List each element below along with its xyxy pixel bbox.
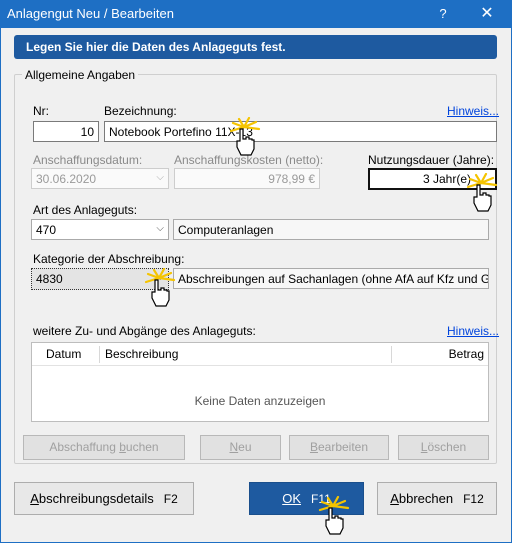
art-code-value: 470 bbox=[36, 223, 57, 237]
column-beschreibung[interactable]: Beschreibung bbox=[105, 343, 178, 366]
general-group-label: Allgemeine Angaben bbox=[22, 68, 139, 82]
button-accelerator: N bbox=[229, 440, 239, 454]
chevron-down-icon: ⌵ bbox=[156, 223, 164, 234]
button-text: bbrechen bbox=[398, 491, 454, 506]
art-select[interactable]: 470 ⌵ bbox=[31, 219, 169, 240]
anschaffungsdatum-value: 30.06.2020 bbox=[36, 172, 97, 186]
instruction-banner: Legen Sie hier die Daten des Anlageguts … bbox=[14, 35, 497, 59]
anschaffungskosten-field[interactable]: 978,99 € bbox=[174, 168, 320, 189]
abbrechen-button[interactable]: Abbrechen F12 bbox=[377, 482, 497, 515]
button-text: Abschaffung bbox=[49, 440, 120, 454]
kategorie-code-value: 4830 bbox=[36, 272, 63, 286]
nr-label: Nr: bbox=[33, 104, 49, 118]
bezeichnung-field[interactable]: Notebook Portefino 11X-13 bbox=[104, 121, 497, 142]
close-button[interactable]: ✕ bbox=[470, 3, 504, 25]
column-betrag[interactable]: Betrag bbox=[449, 343, 484, 366]
column-separator bbox=[391, 346, 392, 363]
neu-button[interactable]: Neu bbox=[200, 435, 281, 460]
abschaffung-buchen-button[interactable]: Abschaffung buchen bbox=[23, 435, 185, 460]
kategorie-label: Kategorie der Abschreibung: bbox=[33, 252, 185, 266]
empty-message: Keine Daten anzuzeigen bbox=[194, 394, 326, 408]
table-header: Datum Beschreibung Betrag bbox=[32, 343, 488, 366]
loeschen-button[interactable]: Löschen bbox=[398, 435, 489, 460]
shortcut-key: F11 bbox=[311, 492, 331, 506]
ok-button[interactable]: OK F11 bbox=[249, 482, 364, 515]
button-text: eu bbox=[238, 440, 252, 454]
movements-table[interactable]: Datum Beschreibung Betrag Keine Daten an… bbox=[31, 342, 489, 422]
button-accelerator: b bbox=[119, 440, 126, 454]
art-label: Art des Anlageguts: bbox=[33, 203, 138, 217]
button-accelerator: A bbox=[390, 491, 399, 506]
button-text: bschreibungsdetails bbox=[38, 491, 154, 506]
kategorie-name-field: Abschreibungen auf Sachanlagen (ohne AfA… bbox=[173, 268, 489, 289]
chevron-down-icon: ⌵ bbox=[156, 272, 164, 283]
art-name-field: Computeranlagen bbox=[173, 219, 489, 240]
kategorie-select[interactable]: 4830 ⌵ bbox=[31, 268, 169, 290]
button-text: earbeiten bbox=[317, 440, 369, 454]
hinweis-link-movements[interactable]: Hinweis... bbox=[447, 324, 499, 338]
button-accelerator: B bbox=[309, 440, 318, 454]
help-button[interactable]: ? bbox=[432, 4, 454, 24]
button-text: uchen bbox=[125, 440, 159, 454]
shortcut-key: F2 bbox=[163, 492, 178, 506]
shortcut-key: F12 bbox=[463, 492, 484, 506]
abschreibungsdetails-button[interactable]: Abschreibungsdetails F2 bbox=[14, 482, 194, 515]
button-text: OK bbox=[282, 491, 301, 506]
nutzungsdauer-label: Nutzungsdauer (Jahre): bbox=[368, 153, 495, 167]
anschaffungsdatum-label: Anschaffungsdatum: bbox=[33, 153, 143, 167]
chevron-down-icon: ⌵ bbox=[156, 172, 164, 183]
button-text: öschen bbox=[427, 440, 467, 454]
title-bar: Anlagengut Neu / Bearbeiten ? ✕ bbox=[0, 0, 512, 28]
nr-field[interactable]: 10 bbox=[33, 121, 99, 142]
window-title: Anlagengut Neu / Bearbeiten bbox=[7, 6, 174, 21]
nutzungsdauer-field[interactable]: 3 Jahr(e) bbox=[368, 168, 497, 190]
column-separator bbox=[99, 346, 100, 363]
bearbeiten-button[interactable]: Bearbeiten bbox=[289, 435, 389, 460]
anschaffungsdatum-picker[interactable]: 30.06.2020 ⌵ bbox=[31, 168, 169, 189]
column-datum[interactable]: Datum bbox=[46, 343, 81, 366]
movements-label: weitere Zu- und Abgänge des Anlageguts: bbox=[33, 324, 256, 338]
anschaffungskosten-label: Anschaffungskosten (netto): bbox=[174, 153, 324, 167]
bezeichnung-label: Bezeichnung: bbox=[104, 104, 177, 118]
button-accelerator: A bbox=[30, 491, 39, 506]
hinweis-link-top[interactable]: Hinweis... bbox=[447, 104, 499, 118]
